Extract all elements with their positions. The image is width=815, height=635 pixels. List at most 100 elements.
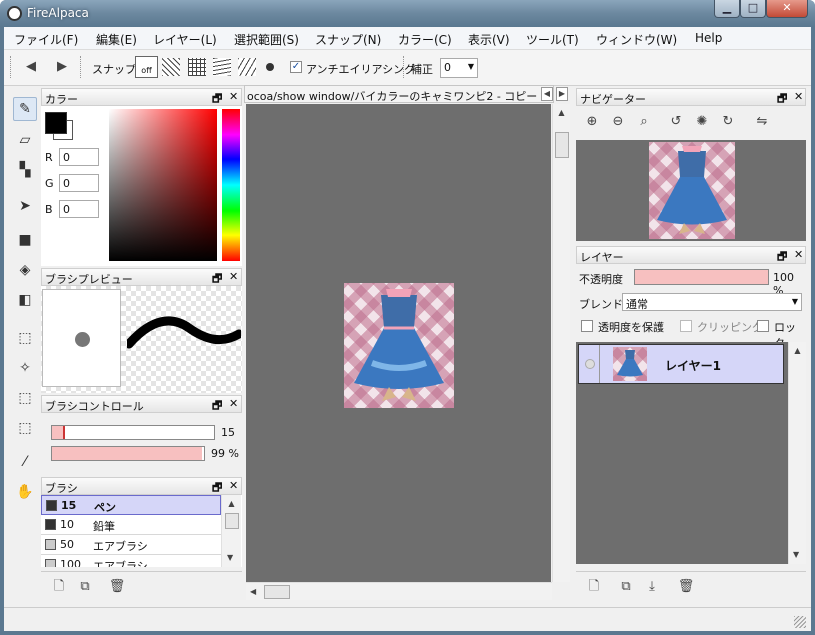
brush-size-slider[interactable] [51,425,215,440]
saturation-value-picker[interactable] [109,109,217,261]
layer-list-scrollbar[interactable]: ▲ ▼ [788,342,806,564]
blend-select[interactable]: 通常 ▼ [622,293,802,311]
new-brush-icon[interactable]: 🗋 [49,577,69,597]
correction-select[interactable]: 0 ▼ [440,58,478,78]
brush-size-value: 15 [221,426,235,439]
canvas-viewport[interactable] [246,104,551,582]
scroll-up-icon[interactable]: ▲ [222,499,241,508]
toolbox: ✎ ▱ ▚ ➤ ■ ◈ ◧ ⬚ ✧ ⬚ ⬚ ⁄ ✋ [8,95,41,525]
fill-tool-icon[interactable]: ■ [13,229,37,253]
g-input[interactable]: 0 [59,174,99,192]
scroll-thumb[interactable] [555,132,569,158]
delete-brush-icon[interactable]: 🗑 [107,577,127,597]
close-icon[interactable]: ✕ [229,479,238,492]
close-window-button[interactable]: ✕ [766,0,808,18]
canvas-horizontal-scrollbar[interactable]: ◀ [246,582,552,600]
dot-pen-tool-icon[interactable]: ▚ [13,159,37,183]
rotate-left-icon[interactable]: ↺ [666,112,686,132]
antialias-checkbox[interactable]: ✓ [290,61,302,73]
eyedropper-tool-icon[interactable]: ⁄ [13,451,37,475]
hand-tool-icon[interactable]: ✋ [13,481,37,505]
select-pen-tool-icon[interactable]: ⬚ [13,387,37,411]
scroll-thumb[interactable] [225,513,239,529]
visibility-icon[interactable] [585,359,595,369]
menu-snap[interactable]: スナップ(N) [315,31,381,48]
dress-layer-thumb [617,350,643,377]
snap-curve-icon[interactable] [213,58,231,76]
menu-color[interactable]: カラー(C) [398,31,452,48]
brush-list-item[interactable]: 50 エアブラシ [41,535,221,555]
zoom-out-icon[interactable]: ⊖ [608,112,628,132]
brush-opacity-slider[interactable] [51,446,205,461]
menu-selection[interactable]: 選択範囲(S) [234,31,299,48]
close-icon[interactable]: ✕ [794,248,803,261]
menu-edit[interactable]: 編集(E) [96,31,137,48]
gradient-tool-icon[interactable]: ◧ [13,289,37,313]
select-tool-icon[interactable]: ⬚ [13,327,37,351]
scroll-up-icon[interactable]: ▲ [553,108,570,117]
snap-circle-icon[interactable] [266,63,274,71]
close-icon[interactable]: ✕ [229,397,238,410]
protect-alpha-checkbox[interactable] [581,320,593,332]
canvas-vertical-scrollbar[interactable]: ▲ [552,104,570,582]
title-bar[interactable]: FireAlpaca ▁ □ ✕ [0,0,815,27]
select-eraser-tool-icon[interactable]: ⬚ [13,417,37,441]
navigator-preview[interactable] [576,140,806,241]
scroll-down-icon[interactable]: ▼ [227,553,233,562]
snap-parallel-icon[interactable] [162,58,180,76]
merge-down-icon[interactable]: ⤓ [642,577,662,597]
layer-opacity-slider[interactable] [634,269,769,285]
brush-list-item[interactable]: 100 エアブラシ [41,555,221,567]
rotate-right-icon[interactable]: ↻ [718,112,738,132]
snap-off-button[interactable]: off [135,56,158,78]
canvas-image[interactable] [344,283,454,408]
close-icon[interactable]: ✕ [794,90,803,103]
brush-list-item[interactable]: 15 ペン [41,495,221,515]
menu-help[interactable]: Help [695,31,722,45]
move-tool-icon[interactable]: ➤ [13,195,37,219]
hue-slider[interactable] [222,109,240,261]
rotate-reset-icon[interactable]: ✺ [692,112,712,132]
menu-tool[interactable]: ツール(T) [526,31,579,48]
primary-color-swatch[interactable] [45,112,67,134]
snap-grid-icon[interactable] [188,58,206,76]
scroll-down-icon[interactable]: ▼ [793,550,799,559]
tab-next-icon[interactable]: ▶ [556,87,568,101]
zoom-in-icon[interactable]: ⊕ [582,112,602,132]
tab-prev-icon[interactable]: ◀ [541,87,553,101]
menu-file[interactable]: ファイル(F) [14,31,78,48]
flip-icon[interactable]: ⇋ [752,112,772,132]
previous-icon[interactable]: ◀ [21,57,41,77]
pen-tool-icon[interactable]: ✎ [13,97,37,121]
scroll-thumb[interactable] [264,585,290,599]
scroll-left-icon[interactable]: ◀ [250,587,256,596]
new-layer-icon[interactable]: 🗋 [584,577,604,597]
menu-window[interactable]: ウィンドウ(W) [596,31,677,48]
menu-view[interactable]: 表示(V) [468,31,510,48]
delete-layer-icon[interactable]: 🗑 [676,577,696,597]
brush-list-scrollbar[interactable]: ▲ ▼ [221,495,241,567]
brush-preview-panel [41,286,242,393]
canvas-tab[interactable]: ocoa/show window/バイカラーのキャミワンピ2 - コピー.JPG [244,85,554,103]
close-icon[interactable]: ✕ [229,270,238,283]
duplicate-layer-icon[interactable]: ⧉ [616,577,636,597]
close-icon[interactable]: ✕ [229,90,238,103]
snap-perspective-icon[interactable] [238,58,256,76]
duplicate-brush-icon[interactable]: ⧉ [75,577,95,597]
maximize-button[interactable]: □ [740,0,766,18]
next-icon[interactable]: ▶ [52,57,72,77]
layer-row[interactable]: レイヤー1 [578,344,784,384]
minimize-button[interactable]: ▁ [714,0,740,18]
lock-checkbox[interactable] [757,320,769,332]
magic-wand-tool-icon[interactable]: ✧ [13,357,37,381]
resize-grip-icon[interactable] [794,616,806,628]
eraser-tool-icon[interactable]: ▱ [13,129,37,153]
zoom-fit-icon[interactable]: ⌕ [634,112,654,132]
b-input[interactable]: 0 [59,200,99,218]
clipping-checkbox[interactable] [680,320,692,332]
r-input[interactable]: 0 [59,148,99,166]
bucket-tool-icon[interactable]: ◈ [13,259,37,283]
brush-list-item[interactable]: 10 鉛筆 [41,515,221,535]
menu-layer[interactable]: レイヤー(L) [153,31,217,48]
scroll-up-icon[interactable]: ▲ [789,346,806,355]
